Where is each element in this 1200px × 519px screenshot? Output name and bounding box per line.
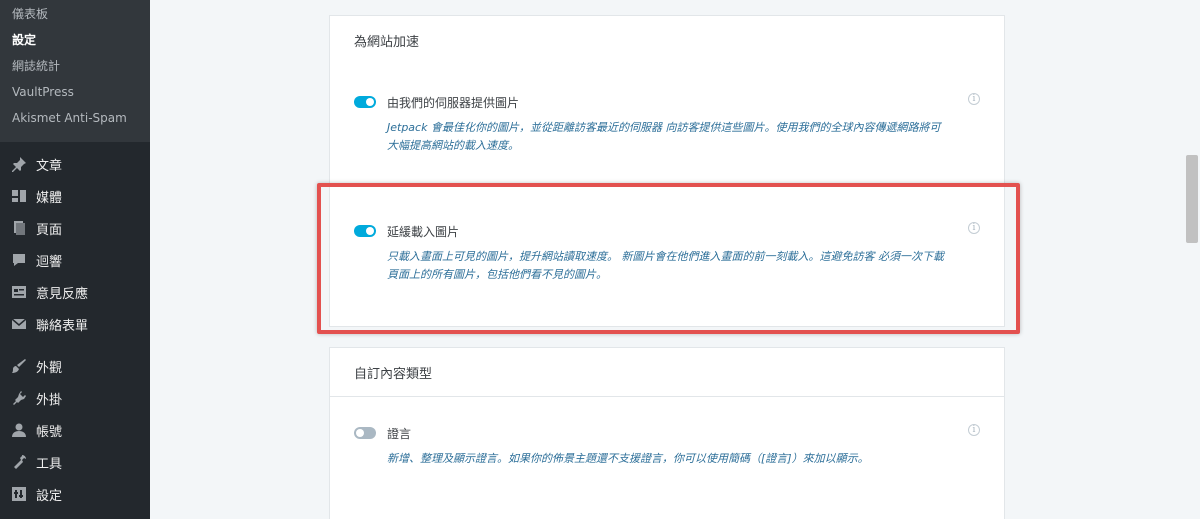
submenu-item-vaultpress[interactable]: VaultPress <box>12 84 74 100</box>
submenu-item-akismet[interactable]: Akismet Anti-Spam <box>12 110 127 126</box>
sidebar-item-label: 帳號 <box>36 424 63 440</box>
sidebar-item-label: 外觀 <box>36 360 63 376</box>
toggle-knob <box>366 98 374 106</box>
cdn-description: Jetpack 會最佳化你的圖片，並從距離訪客最近的伺服器 向訪客提供這些圖片。… <box>387 121 941 152</box>
sidebar-item-plugins[interactable]: 外掛 <box>0 384 150 412</box>
sidebar-item-settings[interactable]: 設定 <box>0 480 150 508</box>
sidebar-item-label: 頁面 <box>36 222 63 238</box>
card-title: 自訂內容類型 <box>330 348 1004 397</box>
card-title: 為網站加速 <box>330 16 1004 65</box>
feedback-icon <box>10 283 28 301</box>
page-icon <box>10 219 28 237</box>
sidebar-item-appearance[interactable]: 外觀 <box>0 352 150 380</box>
sidebar-item-label: 意見反應 <box>36 286 89 302</box>
sidebar-item-label: 聯絡表單 <box>36 318 89 334</box>
cdn-setting-row: 由我們的伺服器提供圖片 Jetpack 會最佳化你的圖片，並從距離訪客最近的伺服… <box>329 64 1005 186</box>
sidebar-item-label: 工具 <box>36 456 63 472</box>
toggle-knob <box>356 429 364 437</box>
user-icon <box>10 421 28 439</box>
submenu-item-stats[interactable]: 網誌統計 <box>12 58 60 74</box>
sidebar-item-label: 迴響 <box>36 254 63 270</box>
info-icon[interactable]: i <box>968 424 980 436</box>
cdn-title: 由我們的伺服器提供圖片 <box>387 96 520 110</box>
pushpin-icon <box>10 155 28 173</box>
submenu-item-dashboard[interactable]: 儀表板 <box>12 6 48 22</box>
wrench-icon <box>10 453 28 471</box>
custom-content-types-card: 自訂內容類型 證言 新增、整理及顯示證言。如果你的佈景主題還不支援證言，你可以使… <box>329 347 1005 519</box>
sidebar-item-users[interactable]: 帳號 <box>0 416 150 444</box>
sidebar-item-label: 文章 <box>36 158 63 174</box>
submenu-item-settings[interactable]: 設定 <box>12 32 36 48</box>
testimonials-description: 新增、整理及顯示證言。如果你的佈景主題還不支援證言，你可以使用簡碼（[證言]）來… <box>387 452 869 465</box>
info-icon[interactable]: i <box>968 93 980 105</box>
admin-sidebar: 儀表板 設定 網誌統計 VaultPress Akismet Anti-Spam… <box>0 0 150 519</box>
comment-icon <box>10 251 28 269</box>
scrollbar-thumb[interactable] <box>1186 155 1198 243</box>
sidebar-item-media[interactable]: 媒體 <box>0 182 150 210</box>
settings-icon <box>10 485 28 503</box>
sidebar-item-comments[interactable]: 迴響 <box>0 246 150 274</box>
cdn-toggle[interactable] <box>354 96 376 108</box>
media-icon <box>10 187 28 205</box>
sidebar-item-pages[interactable]: 頁面 <box>0 214 150 242</box>
highlight-box <box>317 183 1020 334</box>
sidebar-item-posts[interactable]: 文章 <box>0 150 150 178</box>
testimonials-title: 證言 <box>387 427 412 441</box>
sidebar-item-contact-forms[interactable]: 聯絡表單 <box>0 310 150 338</box>
paintbrush-icon <box>10 357 28 375</box>
sidebar-item-label: 設定 <box>36 488 63 504</box>
settings-submenu: 儀表板 設定 網誌統計 VaultPress Akismet Anti-Spam <box>0 0 150 142</box>
mail-icon <box>10 315 28 333</box>
sidebar-item-tools[interactable]: 工具 <box>0 448 150 476</box>
testimonials-toggle[interactable] <box>354 427 376 439</box>
plugin-icon <box>10 389 28 407</box>
sidebar-item-feedback[interactable]: 意見反應 <box>0 278 150 306</box>
sidebar-item-label: 外掛 <box>36 392 63 408</box>
sidebar-item-label: 媒體 <box>36 190 63 206</box>
